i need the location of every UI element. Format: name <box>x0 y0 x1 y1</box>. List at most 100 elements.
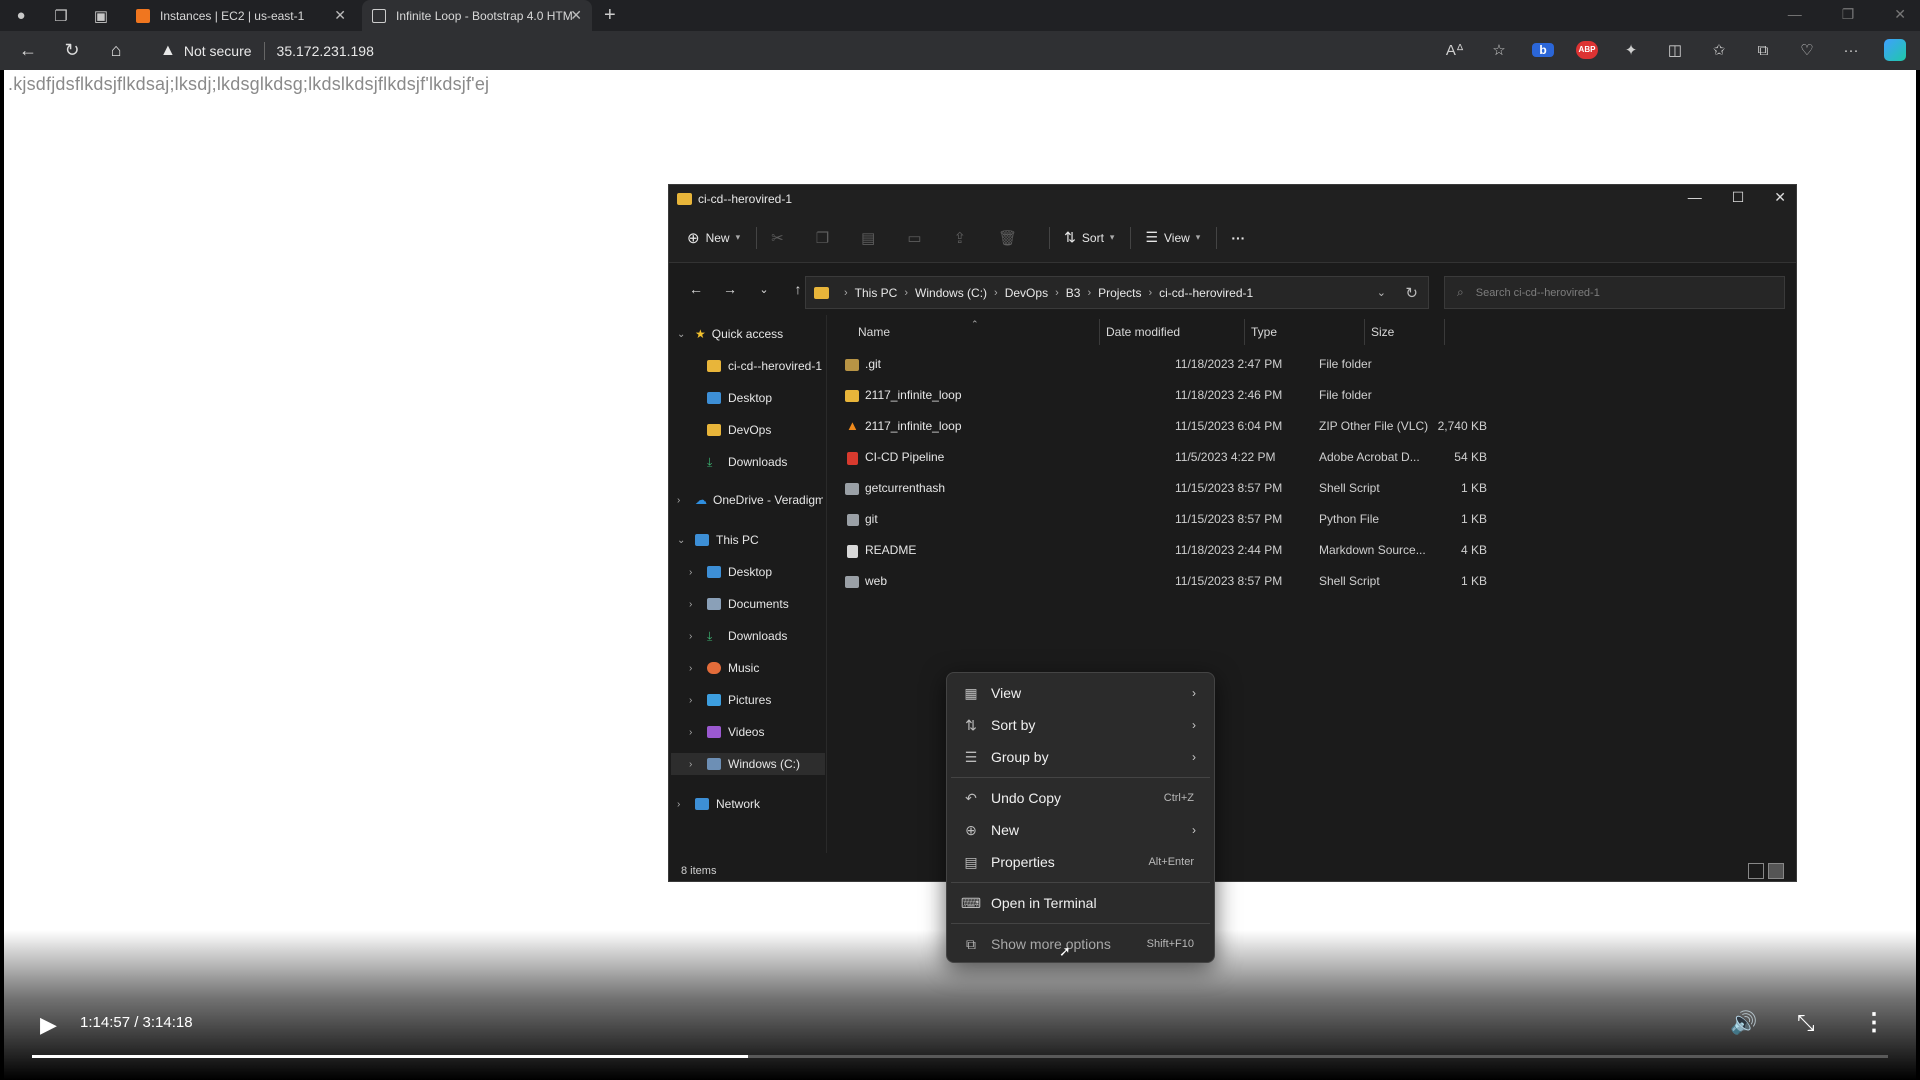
expand-chevron-icon[interactable]: › <box>689 567 707 578</box>
sidebar-item-music[interactable]: › Music <box>689 657 759 679</box>
sidebar-item-this-pc[interactable]: ⌄ This PC <box>677 529 759 551</box>
file-row[interactable]: web 11/15/2023 8:57 PM Shell Script 1 KB <box>839 568 1487 596</box>
refresh-icon[interactable]: ↻ <box>1405 284 1418 302</box>
column-header-date[interactable]: Date modified <box>1106 319 1180 345</box>
expand-chevron-icon[interactable]: › <box>677 799 695 810</box>
tab-infinite-loop[interactable]: Infinite Loop - Bootstrap 4.0 HTM ✕ <box>362 0 592 31</box>
file-row[interactable]: getcurrenthash 11/15/2023 8:57 PM Shell … <box>839 475 1487 503</box>
cut-icon[interactable]: ✂ <box>771 229 784 247</box>
volume-icon[interactable]: 🔊 <box>1730 1010 1757 1036</box>
refresh-icon[interactable]: ↻ <box>50 40 94 61</box>
more-button[interactable]: ··· <box>1231 230 1245 246</box>
extension-b-icon[interactable]: b <box>1532 43 1554 57</box>
new-button[interactable]: ⊕ New ▾ <box>687 229 740 247</box>
favorite-star-icon[interactable]: ☆ <box>1488 41 1510 59</box>
column-header-type[interactable]: Type <box>1251 319 1277 345</box>
expand-chevron-icon[interactable]: › <box>677 495 695 506</box>
menu-item-open-terminal[interactable]: ⌨ Open in Terminal <box>951 889 1210 917</box>
sort-button[interactable]: ⇅ Sort ▾ <box>1064 229 1114 246</box>
menu-item-properties[interactable]: ▤ Properties Alt+Enter <box>951 848 1210 876</box>
new-tab-icon[interactable]: + <box>604 4 616 27</box>
file-row[interactable]: ▲ 2117_infinite_loop 11/15/2023 6:04 PM … <box>839 413 1487 441</box>
menu-item-new[interactable]: ⊕ New › <box>951 816 1210 844</box>
expand-chevron-icon[interactable]: › <box>689 663 707 674</box>
column-divider[interactable] <box>1444 319 1445 345</box>
column-header-size[interactable]: Size <box>1371 319 1394 345</box>
more-options-icon[interactable]: ⋮ <box>1862 1008 1886 1037</box>
search-input[interactable]: ⌕ Search ci-cd--herovired-1 <box>1444 276 1785 309</box>
expand-chevron-icon[interactable]: › <box>689 631 707 642</box>
column-header-name[interactable]: Name <box>858 319 890 345</box>
file-row[interactable]: git 11/15/2023 8:57 PM Python File 1 KB <box>839 506 1487 534</box>
play-icon[interactable]: ▶ <box>40 1012 57 1038</box>
back-icon[interactable]: ← <box>679 281 713 297</box>
expand-chevron-icon[interactable]: › <box>689 695 707 706</box>
close-tab-icon[interactable]: ✕ <box>334 7 346 24</box>
menu-item-show-more-options[interactable]: ⧉ Show more options Shift+F10 <box>951 930 1210 958</box>
recent-chevron-icon[interactable]: ⌄ <box>747 283 781 296</box>
menu-item-undo-copy[interactable]: ↶ Undo Copy Ctrl+Z <box>951 784 1210 812</box>
file-row[interactable]: README 11/18/2023 2:44 PM Markdown Sourc… <box>839 537 1487 565</box>
sidebar-item-videos[interactable]: › Videos <box>689 721 764 743</box>
extensions-icon[interactable]: ✦ <box>1620 41 1642 59</box>
breadcrumb[interactable]: › This PC › Windows (C:) › DevOps › B3 ›… <box>805 276 1429 309</box>
address-dropdown-icon[interactable]: ⌄ <box>1377 286 1386 299</box>
tab-ec2-instances[interactable]: Instances | EC2 | us-east-1 ✕ <box>126 0 356 31</box>
settings-more-icon[interactable]: ··· <box>1840 42 1862 59</box>
security-indicator[interactable]: ▲ Not secure <box>160 42 252 60</box>
back-icon[interactable]: ← <box>6 40 50 61</box>
breadcrumb-windows-c[interactable]: Windows (C:) <box>915 286 987 300</box>
close-tab-icon[interactable]: ✕ <box>570 7 582 24</box>
file-row[interactable]: 2117_infinite_loop 11/18/2023 2:46 PM Fi… <box>839 382 1429 410</box>
breadcrumb-projects[interactable]: Projects <box>1098 286 1141 300</box>
profile-icon[interactable]: ● <box>6 1 36 31</box>
sidebar-item-desktop[interactable]: Desktop <box>707 387 772 409</box>
exit-fullscreen-icon[interactable]: ⤡ <box>1797 1010 1815 1036</box>
expand-chevron-icon[interactable]: ⌄ <box>677 535 695 546</box>
menu-item-view[interactable]: ▦ View › <box>951 679 1210 707</box>
close-window-icon[interactable]: ✕ <box>1894 6 1906 23</box>
sidebar-item-documents[interactable]: › Documents <box>689 593 789 615</box>
close-icon[interactable]: ✕ <box>1774 189 1786 206</box>
menu-item-sort-by[interactable]: ⇅ Sort by › <box>951 711 1210 739</box>
paste-icon[interactable]: ▤ <box>861 229 875 247</box>
workspaces-icon[interactable]: ❐ <box>46 1 76 31</box>
sidebar-item-pictures[interactable]: › Pictures <box>689 689 771 711</box>
column-divider[interactable] <box>1244 319 1245 345</box>
tiles-view-icon[interactable] <box>1768 863 1784 879</box>
sidebar-item-network[interactable]: › Network <box>677 793 760 815</box>
read-aloud-icon[interactable]: Aᐞ <box>1444 41 1466 59</box>
delete-icon[interactable]: 🗑 <box>998 229 1017 247</box>
sidebar-item-ci-cd[interactable]: ci-cd--herovired-1 <box>707 355 822 377</box>
restore-icon[interactable]: ❐ <box>1842 6 1855 23</box>
sidebar-item-downloads[interactable]: ⤓ Downloads <box>707 451 787 473</box>
breadcrumb-current[interactable]: ci-cd--herovired-1 <box>1159 286 1253 300</box>
sidebar-item-onedrive[interactable]: › ☁ OneDrive - Veradigm <box>677 489 823 511</box>
menu-item-group-by[interactable]: ☰ Group by › <box>951 743 1210 771</box>
breadcrumb-devops[interactable]: DevOps <box>1005 286 1048 300</box>
minimize-icon[interactable]: — <box>1688 189 1702 206</box>
details-view-icon[interactable] <box>1748 863 1764 879</box>
sidebar-item-downloads[interactable]: › ⤓ Downloads <box>689 625 787 647</box>
view-button[interactable]: ☰ View ▾ <box>1145 229 1200 246</box>
file-row[interactable]: CI-CD Pipeline 11/5/2023 4:22 PM Adobe A… <box>839 444 1487 472</box>
forward-icon[interactable]: → <box>713 281 747 297</box>
sidebar-item-desktop[interactable]: › Desktop <box>689 561 772 583</box>
expand-chevron-icon[interactable]: › <box>689 727 707 738</box>
maximize-icon[interactable]: ☐ <box>1732 189 1745 206</box>
expand-chevron-icon[interactable]: ⌄ <box>677 329 695 340</box>
split-screen-icon[interactable]: ◫ <box>1664 41 1686 59</box>
column-divider[interactable] <box>1364 319 1365 345</box>
expand-chevron-icon[interactable]: › <box>689 759 707 770</box>
sidebar-item-devops[interactable]: DevOps <box>707 419 771 441</box>
minimize-icon[interactable]: — <box>1788 6 1802 23</box>
expand-chevron-icon[interactable]: › <box>689 599 707 610</box>
copilot-icon[interactable] <box>1884 39 1906 61</box>
copy-icon[interactable]: ❐ <box>816 229 829 247</box>
collections-icon[interactable]: ⧉ <box>1752 42 1774 59</box>
favorites-icon[interactable]: ✩ <box>1708 41 1730 59</box>
sidebar-item-windows-c[interactable]: › Windows (C:) <box>671 753 825 775</box>
performance-icon[interactable]: ♡ <box>1796 41 1818 59</box>
tab-actions-icon[interactable]: ▣ <box>86 1 116 31</box>
adblock-icon[interactable]: ABP <box>1576 41 1598 59</box>
